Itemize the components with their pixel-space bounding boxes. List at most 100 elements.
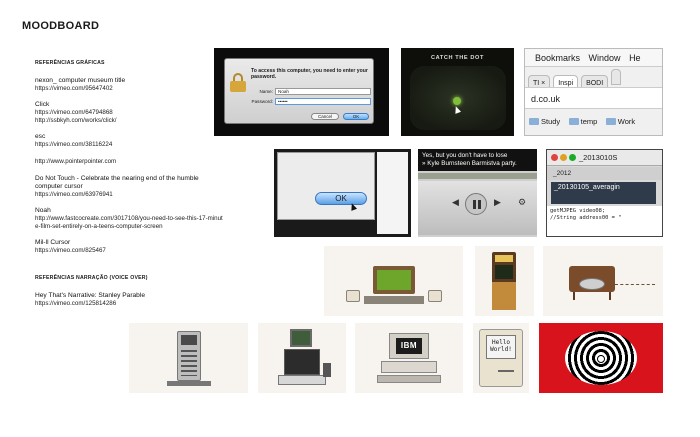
reference-item: Do Not Touch - Celebrate the nearing end…	[35, 175, 225, 199]
name-label: Name:	[259, 89, 273, 94]
cancel-button[interactable]: Cancel	[311, 113, 339, 120]
pause-button[interactable]	[465, 193, 487, 215]
reference-item: Click https://vimeo.com/64794868 http://ss…	[35, 101, 225, 124]
minimize-icon[interactable]	[560, 154, 567, 161]
previous-icon[interactable]: ◀	[452, 197, 459, 208]
apple-monitor	[290, 329, 312, 347]
ibm-keyboard	[377, 375, 441, 383]
reference-title: esc	[35, 133, 46, 141]
bookmark-label: Work	[617, 117, 636, 126]
reference-link[interactable]: http://ssbkyh.com/works/click/	[35, 117, 225, 125]
mac-screen-text: Hello World!	[486, 335, 516, 359]
caption-line: Yes, but you don't have to lose	[422, 152, 508, 159]
thumbnail-browser-bookmarks[interactable]: Bookmarks Window He TI × Inspi BODI d.co.u…	[524, 48, 663, 136]
lock-icon	[230, 73, 246, 92]
cursor-icon	[452, 105, 462, 114]
devtools-window-title: _2013010S	[579, 153, 618, 162]
references-section-title: REFERÊNCIAS GRÁFICAS	[35, 60, 105, 66]
device-cable	[615, 284, 655, 285]
player-controls: ◀ ▶ ⚙	[418, 181, 537, 235]
thumbnail-devtools[interactable]: _2013010S _2012 _20130105_averagin getMJ…	[546, 149, 663, 237]
devtools-titlebar: _2013010S	[547, 150, 662, 166]
narration-list: Hey That's Narrative: Stanley Parable htt…	[35, 292, 225, 308]
thumbnail-catch-the-dot[interactable]: CATCH THE DOT	[401, 48, 514, 136]
reference-link[interactable]: https://vimeo.com/63976941	[35, 191, 225, 199]
code-line: //String address00 = "	[550, 215, 622, 221]
devtools-tab[interactable]: _20130105_averagin	[551, 182, 656, 204]
bookmark-label: temp	[580, 117, 598, 126]
browser-url-bar[interactable]: d.co.uk	[525, 87, 662, 109]
macintosh-illustration: Hello World!	[479, 329, 523, 387]
reference-item: http://www.pointerpointer.com	[35, 158, 225, 166]
next-icon[interactable]: ▶	[494, 197, 501, 208]
thumbnail-macintosh[interactable]: Hello World!	[473, 323, 529, 393]
ok-button[interactable]: OK	[315, 192, 367, 205]
catch-the-dot-title: CATCH THE DOT	[430, 55, 485, 61]
spiral-dot	[597, 355, 605, 363]
folder-icon	[568, 118, 579, 125]
thumbnail-ibm-pc[interactable]: IBM	[355, 323, 463, 393]
reference-item: nexon_ computer museum title https://vime…	[35, 77, 225, 93]
reference-link[interactable]: http://www.fastcocreate.com/3017108/you-…	[35, 215, 225, 230]
reference-title: Do Not Touch - Celebrate the nearing end…	[35, 174, 199, 190]
green-dot	[453, 97, 461, 105]
devtools-toolbar: _2012	[547, 167, 662, 180]
reference-link[interactable]: http://www.pointerpointer.com	[35, 158, 225, 166]
name-field[interactable]: Noah	[275, 88, 371, 95]
reference-item: Noah http://www.fastcocreate.com/3017108/…	[35, 207, 225, 230]
bookmarks-bar: Study temp Work	[525, 111, 662, 135]
password-label: Password:	[251, 99, 273, 104]
thumbnail-ok-dialog[interactable]: OK	[274, 149, 411, 237]
apple-peripheral	[323, 363, 331, 377]
thumbnail-apple-computer[interactable]	[258, 323, 346, 393]
ibm-monitor: IBM	[389, 333, 429, 359]
reference-title: nexon_ computer museum title	[35, 76, 126, 84]
reference-title: Click	[35, 101, 50, 109]
bookmark-folder[interactable]: temp	[568, 117, 598, 126]
bookmark-folder[interactable]: Work	[605, 117, 636, 126]
gear-icon[interactable]: ⚙	[518, 197, 526, 208]
thumbnail-arcade-cabinet[interactable]	[475, 246, 534, 316]
player-caption: Yes, but you don't have to lose » Kyle B…	[418, 149, 537, 171]
page-title: MOODBOARD	[22, 20, 100, 32]
reference-item: Mil-ll Cursor https://vimeo.com/825467	[35, 239, 225, 255]
reference-link[interactable]: https://vimeo.com/125814286	[35, 300, 225, 308]
thumbnail-video-player[interactable]: Yes, but you don't have to lose » Kyle B…	[418, 149, 537, 237]
crt-screen	[410, 66, 506, 130]
thumbnail-calculator[interactable]	[129, 323, 248, 393]
apple-keyboard	[278, 375, 326, 385]
reference-item: esc https://vimeo.com/38116224	[35, 133, 225, 149]
bookmark-label: Study	[541, 117, 561, 126]
folder-icon	[605, 118, 616, 125]
menu-item[interactable]: He	[629, 53, 641, 63]
browser-tab[interactable]	[611, 69, 622, 85]
ibm-screen-label: IBM	[396, 338, 422, 354]
zoom-icon[interactable]	[569, 154, 576, 161]
thumbnail-hypno-spiral[interactable]	[539, 323, 663, 393]
ibm-case	[381, 361, 437, 373]
login-message: To access this computer, you need to ent…	[251, 68, 368, 81]
reference-title: Noah	[35, 207, 51, 215]
caption-line: » Kyle Burnsteen Barmistva party.	[422, 160, 517, 167]
devtools-code: getMJPEG video08; //String address00 = "	[547, 206, 662, 236]
reference-list: nexon_ computer museum title https://vime…	[35, 77, 225, 255]
bookmark-folder[interactable]: Study	[529, 117, 560, 126]
thumbnail-pong-console[interactable]	[324, 246, 463, 316]
reference-link[interactable]: https://vimeo.com/38116224	[35, 141, 225, 149]
close-icon[interactable]	[551, 154, 558, 161]
folder-icon	[529, 118, 539, 125]
player-progress-bar[interactable]	[418, 173, 537, 179]
reference-link[interactable]: https://vimeo.com/64794868	[35, 109, 225, 117]
password-field[interactable]: ••••••	[275, 98, 371, 105]
device-illustration	[569, 266, 615, 292]
ok-button[interactable]: OK	[343, 113, 369, 120]
reference-link[interactable]: https://vimeo.com/95647402	[35, 85, 225, 93]
thumbnail-login-dialog[interactable]: To access this computer, you need to ent…	[214, 48, 389, 136]
menu-item[interactable]: Bookmarks	[535, 53, 580, 63]
menu-item[interactable]: Window	[589, 53, 621, 63]
browser-tab-row: TI × Inspi BODI	[525, 69, 662, 91]
apple-case	[284, 349, 320, 375]
paddle-controller	[346, 290, 360, 302]
reference-link[interactable]: https://vimeo.com/825467	[35, 247, 225, 255]
thumbnail-record-device[interactable]	[543, 246, 663, 316]
